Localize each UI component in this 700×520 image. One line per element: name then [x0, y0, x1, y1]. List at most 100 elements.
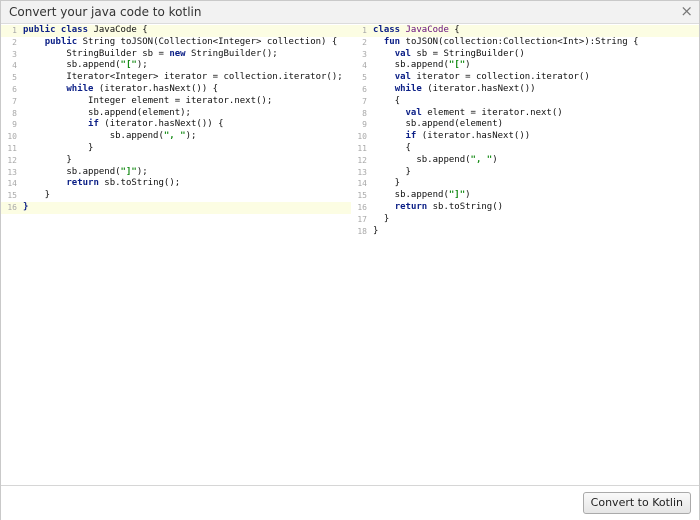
code-token: } [373, 213, 390, 224]
code-line: 4 sb.append("["); [1, 60, 351, 72]
code-text: return sb.toString(); [23, 178, 180, 190]
code-text: while (iterator.hasNext()) [373, 84, 536, 96]
code-line: 15 sb.append("]") [351, 190, 699, 202]
code-token: ", " [163, 131, 186, 142]
code-token: fun [383, 36, 406, 47]
code-token: sb.append(element) [373, 119, 504, 130]
code-token: sb = StringBuilder() [416, 48, 525, 59]
code-line: 7 Integer element = iterator.next(); [1, 96, 351, 108]
line-number: 9 [362, 120, 367, 130]
convert-to-kotlin-button[interactable]: Convert to Kotlin [582, 492, 691, 514]
code-token: { [373, 142, 411, 153]
java-code-lines: 1 public class JavaCode {2 public String … [1, 24, 351, 484]
line-number: 1 [362, 26, 367, 35]
code-text: val iterator = collection.iterator() [373, 72, 590, 84]
code-token: } [23, 154, 72, 165]
code-line: 3 StringBuilder sb = new StringBuilder()… [1, 49, 351, 61]
code-token: StringBuilder sb = [23, 48, 170, 59]
code-token: (iterator.hasNext()) [421, 131, 531, 142]
code-text: if (iterator.hasNext()) { [23, 119, 224, 131]
line-number: 12 [357, 155, 367, 165]
dialog-footer: Convert to Kotlin [1, 485, 699, 520]
line-number: 3 [362, 49, 367, 59]
code-text: sb.append("]") [373, 190, 471, 202]
line-number: 4 [12, 61, 17, 71]
code-text: sb.append("["); [23, 60, 148, 72]
code-text: class JavaCode { [373, 25, 460, 37]
code-text: } [373, 178, 400, 190]
code-text: sb.append("[") [373, 60, 471, 72]
code-token: if [88, 119, 105, 130]
kotlin-code-editor[interactable]: 1 class JavaCode {2 fun toJSON(collection… [351, 24, 699, 484]
code-text: StringBuilder sb = new StringBuilder(); [23, 48, 277, 61]
code-text: sb.append(element) [373, 119, 504, 131]
code-line: 7 { [351, 96, 699, 108]
code-line: 9 if (iterator.hasNext()) { [1, 119, 351, 131]
code-token: ); [185, 131, 197, 142]
code-token: public [44, 36, 83, 47]
line-number: 4 [362, 61, 367, 71]
code-token: } [23, 190, 51, 201]
code-text: val element = iterator.next() [373, 108, 563, 120]
code-token: sb.toString() [432, 201, 504, 212]
code-token: ); [136, 60, 148, 71]
code-token: ", " [470, 154, 493, 165]
code-token: element = iterator.next() [427, 107, 563, 118]
code-token: if [405, 131, 422, 142]
code-token: (iterator.hasNext()) { [98, 83, 219, 94]
code-token: sb.append( [373, 60, 449, 71]
line-number: 17 [357, 214, 367, 224]
line-number: 18 [357, 226, 367, 236]
code-line: 8 val element = iterator.next() [351, 108, 699, 120]
code-token: sb.append( [373, 154, 471, 165]
line-number: 13 [7, 167, 17, 177]
line-number: 14 [7, 179, 17, 189]
code-line: 10 sb.append(", "); [1, 131, 351, 143]
close-icon[interactable]: × [680, 3, 693, 19]
code-text: { [373, 96, 400, 108]
code-line: 16 return sb.toString() [351, 202, 699, 214]
code-token: (iterator.hasNext()) [427, 83, 536, 94]
code-token: val [394, 72, 417, 83]
convert-dialog: Convert your java code to kotlin × 1 publ… [0, 0, 700, 520]
code-token: } [373, 166, 411, 177]
code-text: sb.append("]"); [23, 166, 147, 179]
code-text: return sb.toString() [373, 202, 503, 214]
code-text: sb.append(", ") [373, 154, 498, 167]
line-number: 12 [7, 155, 17, 165]
code-line: 4 sb.append("[") [351, 60, 699, 72]
code-text: } [23, 143, 93, 155]
code-text: } [373, 214, 389, 226]
code-line: 11 } [1, 143, 351, 155]
code-text: } [23, 190, 50, 202]
code-token: "]" [120, 166, 137, 177]
code-token: Iterator<Integer> iterator = collection.… [23, 72, 343, 83]
code-line: 1 public class JavaCode { [1, 25, 351, 37]
code-token: return [394, 201, 433, 212]
code-token: ) [465, 190, 471, 201]
code-token: new [169, 48, 191, 59]
line-number: 14 [357, 179, 367, 189]
dialog-titlebar: Convert your java code to kotlin × [1, 1, 699, 24]
line-number: 15 [357, 191, 367, 201]
line-number: 3 [12, 49, 17, 59]
java-code-editor[interactable]: 1 public class JavaCode {2 public String … [1, 24, 351, 484]
line-number: 15 [7, 191, 17, 201]
code-token: return [66, 178, 105, 189]
code-line: 2 fun toJSON(collection:Collection<Int>)… [351, 37, 699, 49]
code-text: } [373, 226, 378, 238]
code-token: ) [492, 154, 498, 165]
code-token: (iterator.hasNext()) { [104, 119, 224, 130]
code-text: } [23, 202, 28, 214]
code-line: 18} [351, 226, 699, 238]
code-line: 5 val iterator = collection.iterator() [351, 72, 699, 84]
line-number: 1 [12, 26, 17, 35]
